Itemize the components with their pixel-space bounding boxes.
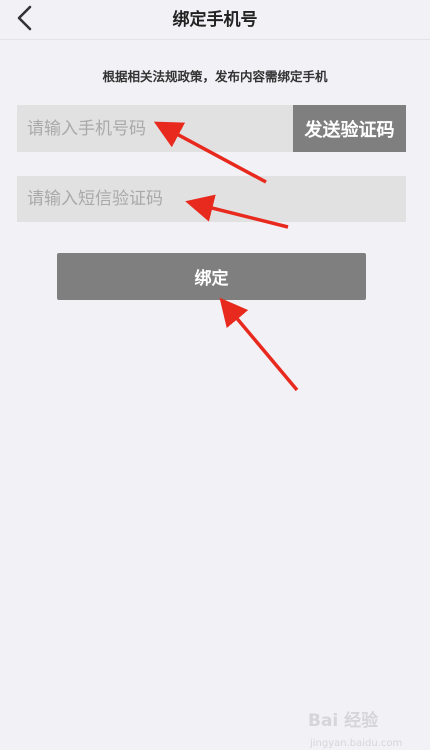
bind-button[interactable]: 绑定 bbox=[57, 253, 366, 300]
watermark: Bai 经验 jingyan.baidu.com bbox=[308, 706, 430, 750]
phone-row: 发送验证码 bbox=[17, 105, 406, 152]
nav-bar: 绑定手机号 bbox=[0, 0, 430, 40]
bind-phone-page: 绑定手机号 根据相关法规政策，发布内容需绑定手机 发送验证码 绑定 Bai 经验… bbox=[0, 0, 430, 750]
phone-number-input[interactable] bbox=[17, 105, 293, 152]
watermark-sub: jingyan.baidu.com bbox=[310, 738, 403, 749]
watermark-text: Bai 经验 bbox=[308, 711, 379, 731]
binding-notice: 根据相关法规政策，发布内容需绑定手机 bbox=[102, 69, 328, 84]
page-title: 绑定手机号 bbox=[172, 10, 258, 30]
send-code-button[interactable]: 发送验证码 bbox=[293, 105, 406, 152]
arrow-to-bind-button bbox=[219, 297, 299, 392]
sms-code-input[interactable] bbox=[17, 176, 406, 222]
